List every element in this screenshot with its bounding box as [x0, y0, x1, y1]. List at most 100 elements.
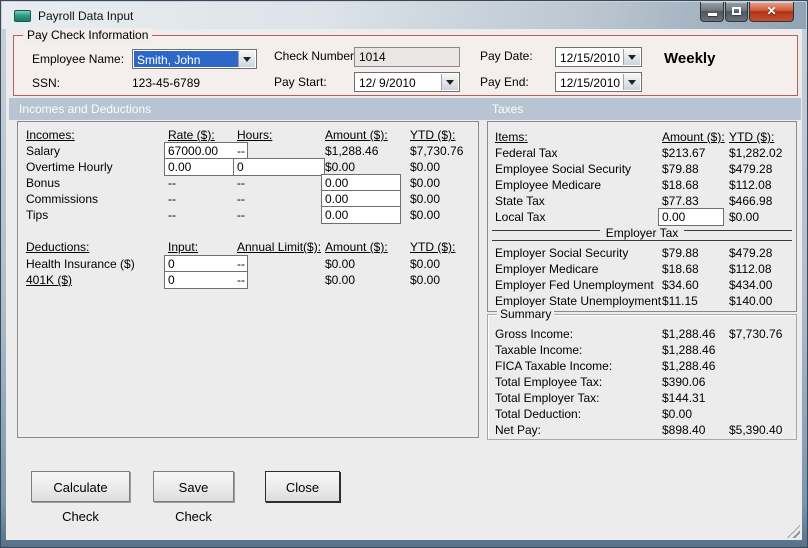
maximize-icon: [732, 7, 741, 15]
summary-amount: $1,288.46: [662, 343, 716, 357]
income-name: Salary: [26, 144, 61, 158]
pay-date-datepicker[interactable]: 12/15/2010: [555, 47, 642, 67]
summary-name: Total Deduction:: [495, 407, 582, 421]
resize-grip-icon[interactable]: [787, 525, 800, 538]
deduction-limit: --: [237, 273, 245, 287]
tax-amount: $18.68: [662, 178, 699, 192]
tax-name: Employee Social Security: [495, 162, 632, 176]
ssn-value: 123-45-6789: [132, 76, 201, 90]
check-number-label: Check Number:: [274, 49, 358, 63]
app-icon: [14, 10, 31, 22]
chevron-down-icon[interactable]: [238, 51, 255, 67]
pay-date-value: 12/15/2010: [560, 51, 621, 65]
summary-ytd: $7,730.76: [729, 327, 783, 341]
tax-name: Employer Social Security: [495, 246, 629, 260]
pay-start-datepicker[interactable]: 12/ 9/2010: [354, 72, 460, 92]
input-column-header: Input:: [168, 240, 199, 254]
minimize-button[interactable]: [700, 2, 724, 22]
summary-name: Total Employee Tax:: [495, 375, 603, 389]
deduction-ytd: $0.00: [410, 257, 441, 271]
calculate-check-button[interactable]: Calculate Check: [31, 471, 130, 524]
income-rate: --: [168, 192, 176, 206]
close-dialog-button[interactable]: Close: [265, 471, 340, 502]
summary-group-label: Summary: [497, 307, 555, 321]
pay-end-label: Pay End:: [480, 75, 529, 89]
minimize-icon: [708, 13, 717, 16]
tax-name: Employer Fed Unemployment: [495, 278, 654, 292]
amount-column-header: Amount ($):: [662, 130, 725, 144]
tax-row-federal: Federal Tax $213.67 $1,282.02: [488, 146, 796, 162]
tax-ytd: $112.08: [729, 178, 772, 192]
summary-row-net-pay: Net Pay: $898.40 $5,390.40: [488, 423, 796, 439]
summary-ytd: $5,390.40: [729, 423, 783, 437]
tax-amount: $213.67: [662, 146, 706, 160]
summary-row-taxable: Taxable Income: $1,288.46: [488, 343, 796, 359]
chevron-down-icon[interactable]: [441, 74, 458, 90]
section-incomes-deductions-label: Incomes and Deductions: [19, 102, 152, 116]
summary-row-gross: Gross Income: $1,288.46 $7,730.76: [488, 327, 796, 343]
summary-group: Summary Gross Income: $1,288.46 $7,730.7…: [487, 307, 797, 440]
income-rate: --: [168, 208, 176, 222]
tax-name: State Tax: [495, 194, 545, 208]
tax-row-employer-medicare: Employer Medicare $18.68 $112.08: [488, 262, 796, 278]
chevron-down-icon[interactable]: [623, 74, 640, 90]
employer-tax-group-header: Employer Tax: [492, 225, 792, 241]
tax-row-employer-ss: Employer Social Security $79.88 $479.28: [488, 246, 796, 262]
deduction-401k-link[interactable]: 401K ($): [26, 273, 72, 287]
tax-amount: $79.88: [662, 162, 699, 176]
incomes-deductions-panel: Incomes: Rate ($): Hours: Amount ($): YT…: [17, 121, 479, 438]
close-button[interactable]: ✕: [749, 2, 794, 22]
overtime-hours-input[interactable]: [233, 158, 325, 176]
ssn-label: SSN:: [32, 76, 61, 90]
summary-name: Net Pay:: [495, 423, 542, 437]
deduction-limit: --: [237, 257, 245, 271]
tax-ytd: $112.08: [729, 262, 772, 276]
chevron-down-icon[interactable]: [623, 49, 640, 65]
income-ytd: $7,730.76: [410, 144, 464, 158]
summary-amount: $1,288.46: [662, 359, 716, 373]
section-taxes-label: Taxes: [492, 102, 524, 116]
employer-tax-label: Employer Tax: [605, 225, 679, 240]
tax-name: Federal Tax: [495, 146, 558, 160]
tax-row-state: State Tax $77.83 $466.98: [488, 194, 796, 210]
tax-name: Local Tax: [495, 210, 546, 224]
summary-amount: $898.40: [662, 423, 706, 437]
check-number-field[interactable]: 1014: [354, 47, 460, 67]
title-bar: Payroll Data Input ✕: [2, 2, 806, 29]
401k-input[interactable]: [164, 271, 248, 289]
taxes-header-row: Items: Amount ($): YTD ($):: [488, 130, 796, 146]
maximize-button[interactable]: [725, 2, 748, 22]
income-row-commissions: Commissions -- -- $0.00: [18, 190, 478, 208]
tax-ytd: $466.98: [729, 194, 773, 208]
tax-ytd: $434.00: [729, 278, 773, 292]
pay-date-label: Pay Date:: [480, 49, 533, 63]
tips-amount-input[interactable]: [321, 206, 401, 224]
employee-name-combobox[interactable]: Smith, John: [132, 49, 257, 69]
save-check-button[interactable]: Save Check: [153, 471, 234, 524]
summary-name: Total Employer Tax:: [495, 391, 600, 405]
tax-amount: $11.15: [662, 294, 698, 308]
tax-amount: $77.83: [662, 194, 699, 208]
employee-name-label: Employee Name:: [32, 52, 125, 66]
section-band: Incomes and Deductions Taxes: [9, 98, 801, 120]
tax-amount: $34.60: [662, 278, 699, 292]
summary-amount: $390.06: [662, 375, 706, 389]
dialog-client-area: Pay Check Information Employee Name: Smi…: [6, 28, 802, 540]
income-ytd: $0.00: [410, 208, 441, 222]
tax-row-employee-medicare: Employee Medicare $18.68 $112.08: [488, 178, 796, 194]
income-row-tips: Tips -- -- $0.00: [18, 206, 478, 224]
pay-frequency-badge: Weekly: [664, 50, 716, 67]
income-name: Bonus: [26, 176, 61, 190]
items-column-header: Items:: [495, 130, 528, 144]
tax-ytd: $479.28: [729, 162, 773, 176]
summary-name: Taxable Income:: [495, 343, 583, 357]
pay-end-datepicker[interactable]: 12/15/2010: [555, 72, 642, 92]
summary-amount: $1,288.46: [662, 327, 716, 341]
income-ytd: $0.00: [410, 176, 441, 190]
tax-name: Employer Medicare: [495, 262, 599, 276]
incomes-header: Incomes:: [26, 128, 75, 142]
summary-name: FICA Taxable Income:: [495, 359, 613, 373]
income-name: Tips: [26, 208, 49, 222]
local-tax-input[interactable]: [658, 208, 724, 226]
taxes-panel: Items: Amount ($): YTD ($): Federal Tax …: [487, 121, 797, 312]
